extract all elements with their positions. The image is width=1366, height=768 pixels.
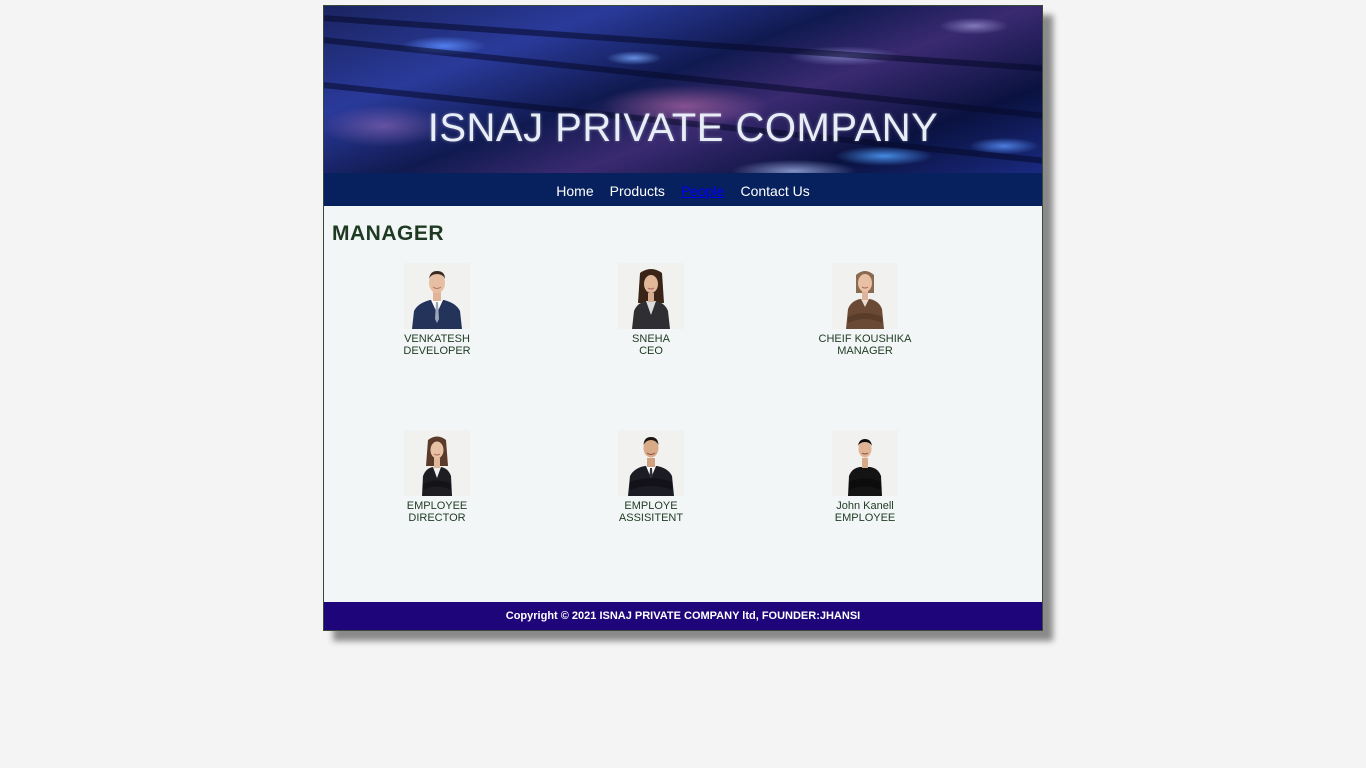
person-card: John Kanell EMPLOYEE [795, 430, 935, 524]
woman-arms-crossed-portrait-icon [832, 263, 898, 329]
person-name: EMPLOYEE [406, 500, 468, 512]
woman-in-suit-portrait-icon [618, 263, 684, 329]
person-role: CEO [639, 345, 663, 357]
person-name: SNEHA [632, 333, 670, 345]
header-banner: ISNAJ PRIVATE COMPANY [324, 6, 1042, 173]
person-role: DEVELOPER [403, 345, 471, 357]
man-in-suit-portrait-icon [404, 263, 470, 329]
person-card: SNEHA CEO [581, 263, 721, 357]
nav-home-link[interactable]: Home [548, 183, 601, 199]
person-name: John Kanell [836, 500, 894, 512]
main-content: MANAGER VENKATESH DEVELOPER SNEHA CEO CH… [324, 206, 1042, 602]
woman-arms-crossed-portrait-icon [404, 430, 470, 496]
person-photo [832, 263, 898, 329]
person-role: MANAGER [837, 345, 893, 357]
person-name: VENKATESH [404, 333, 470, 345]
site-title: ISNAJ PRIVATE COMPANY [427, 106, 939, 150]
man-arms-crossed-portrait-icon [832, 430, 898, 496]
copyright-text: Copyright © 2021 ISNAJ PRIVATE COMPANY l… [505, 610, 861, 622]
person-name: CHEIF KOUSHIKA [818, 333, 912, 345]
person-name: EMPLOYE [624, 500, 678, 512]
banner-keyboard-decoration [324, 13, 1042, 75]
nav-products-link[interactable]: Products [602, 183, 673, 199]
nav-contact-link[interactable]: Contact Us [732, 183, 817, 199]
person-role: EMPLOYEE [834, 512, 896, 524]
page-container: ISNAJ PRIVATE COMPANY Home Products Peop… [323, 5, 1043, 631]
person-role: ASSISITENT [618, 512, 684, 524]
footer: Copyright © 2021 ISNAJ PRIVATE COMPANY l… [324, 602, 1042, 630]
person-photo [618, 263, 684, 329]
person-card: EMPLOYE ASSISITENT [581, 430, 721, 524]
person-card: EMPLOYEE DIRECTOR [367, 430, 507, 524]
person-role: DIRECTOR [408, 512, 466, 524]
person-card: VENKATESH DEVELOPER [367, 263, 507, 357]
main-nav: Home Products People Contact Us [324, 173, 1042, 206]
person-card: CHEIF KOUSHIKA MANAGER [795, 263, 935, 357]
nav-people-link[interactable]: People [673, 183, 733, 199]
person-photo [404, 430, 470, 496]
man-arms-crossed-portrait-icon [618, 430, 684, 496]
person-photo [832, 430, 898, 496]
section-heading: MANAGER [332, 222, 444, 245]
person-photo [618, 430, 684, 496]
person-photo [404, 263, 470, 329]
